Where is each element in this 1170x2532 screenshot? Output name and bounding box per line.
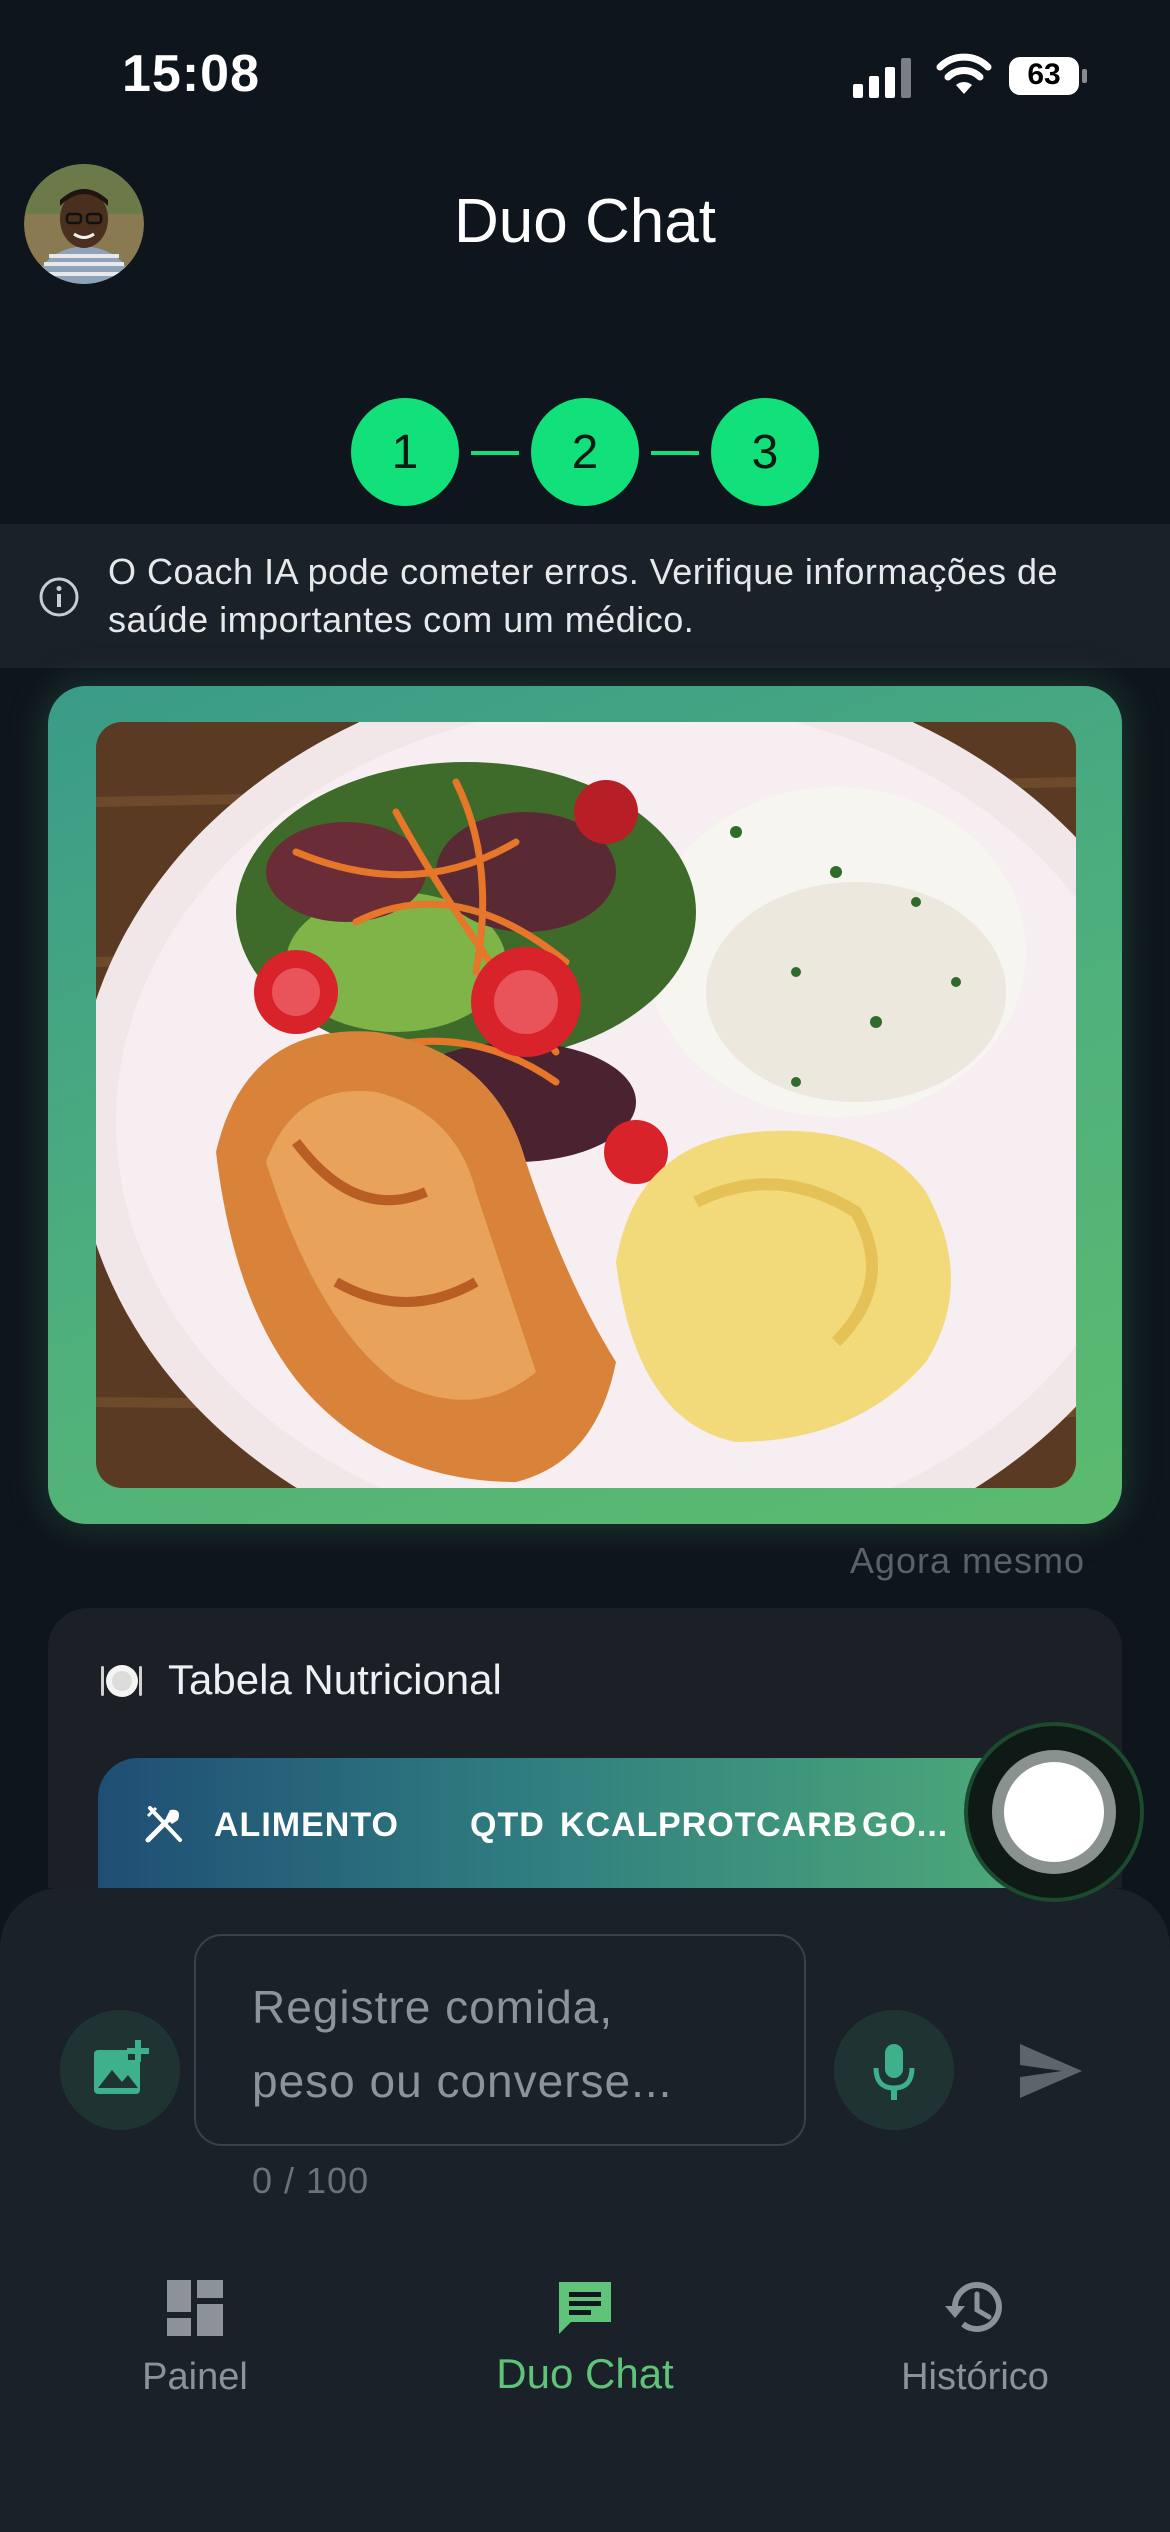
step-connector xyxy=(651,451,699,455)
utensils-icon xyxy=(145,1806,182,1843)
column-header-carb: CARB xyxy=(756,1806,859,1844)
disclaimer-text: O Coach IA pode cometer erros. Verifique… xyxy=(108,551,1058,640)
nav-label-historico: Histórico xyxy=(901,2356,1049,2398)
add-image-button[interactable] xyxy=(60,2010,180,2130)
nutrition-table-title: Tabela Nutricional xyxy=(168,1656,502,1703)
add-photo-icon xyxy=(94,2040,149,2094)
chat-icon xyxy=(559,2282,611,2334)
battery-indicator: 63 xyxy=(1008,56,1088,96)
battery-level: 63 xyxy=(1027,58,1061,91)
record-button-inner[interactable] xyxy=(1004,1762,1104,1862)
info-icon xyxy=(39,577,79,617)
plate-icon xyxy=(101,1665,142,1697)
wifi-icon xyxy=(936,53,992,94)
step-2[interactable]: 2 xyxy=(531,398,639,506)
character-counter: 0 / 100 xyxy=(252,2160,370,2201)
column-header-qty: QTD xyxy=(470,1806,545,1844)
step-3[interactable]: 3 xyxy=(711,398,819,506)
dashboard-icon xyxy=(167,2280,223,2336)
send-icon[interactable] xyxy=(1018,2042,1084,2100)
cellular-signal-icon xyxy=(853,58,911,98)
column-header-food: ALIMENTO xyxy=(214,1806,399,1844)
column-header-kcal: KCAL xyxy=(560,1806,659,1844)
step-1[interactable]: 1 xyxy=(351,398,459,506)
voice-input-button[interactable] xyxy=(834,2010,954,2130)
status-time: 15:08 xyxy=(122,45,260,103)
microphone-icon xyxy=(873,2044,915,2100)
nav-label-duo-chat: Duo Chat xyxy=(496,2350,674,2397)
column-header-fat: GO... xyxy=(862,1806,949,1844)
step-connector xyxy=(471,451,519,455)
message-timestamp: Agora mesmo xyxy=(849,1540,1085,1581)
nav-item-painel[interactable]: Painel xyxy=(45,2260,345,2410)
nav-item-duo-chat[interactable]: Duo Chat xyxy=(435,2260,735,2410)
nav-item-historico[interactable]: Histórico xyxy=(825,2260,1125,2410)
column-header-prot: PROT xyxy=(658,1806,757,1844)
meal-photo[interactable] xyxy=(96,722,1076,1488)
page-title: Duo Chat xyxy=(454,187,716,256)
message-input-placeholder: Registre comida, peso ou converse... xyxy=(252,1981,673,2107)
nav-label-painel: Painel xyxy=(142,2356,248,2398)
history-icon xyxy=(945,2282,1002,2333)
